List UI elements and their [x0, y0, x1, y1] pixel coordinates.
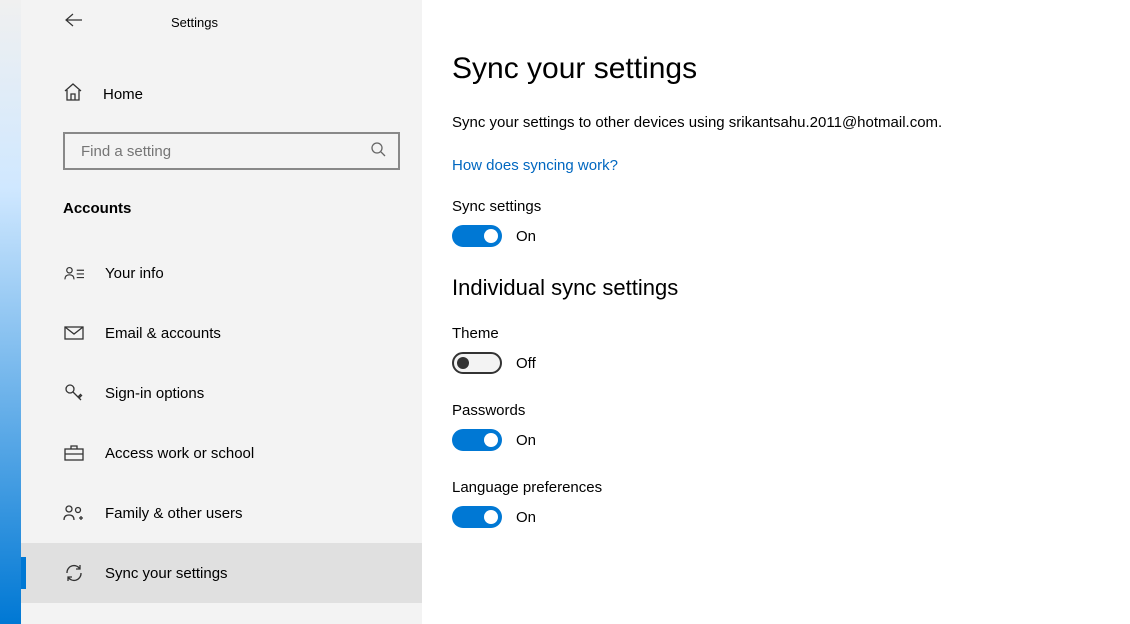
sidebar-item-workschool[interactable]: Access work or school — [21, 423, 422, 483]
passwords-toggle[interactable] — [452, 429, 502, 451]
toggle-state: On — [516, 432, 536, 449]
sync-icon — [63, 563, 85, 583]
search-icon — [370, 141, 386, 162]
sidebar-item-family[interactable]: Family & other users — [21, 483, 422, 543]
home-icon — [63, 82, 83, 107]
sidebar-item-your-info[interactable]: Your info — [21, 243, 422, 303]
individual-sync-title: Individual sync settings — [452, 275, 1090, 301]
search-wrap — [63, 132, 400, 170]
sidebar: Settings Home Accounts Your info Email &… — [21, 0, 422, 624]
search-box[interactable] — [63, 132, 400, 170]
how-syncing-works-link[interactable]: How does syncing work? — [452, 157, 618, 174]
passwords-label: Passwords — [452, 402, 1090, 419]
sidebar-item-sync[interactable]: Sync your settings — [21, 543, 422, 603]
sync-settings-toggle[interactable] — [452, 225, 502, 247]
back-icon[interactable] — [65, 13, 83, 32]
app-title: Settings — [171, 15, 218, 30]
home-label: Home — [103, 86, 143, 103]
page-title: Sync your settings — [452, 52, 1090, 86]
sidebar-item-label: Sign-in options — [105, 385, 204, 402]
theme-toggle[interactable] — [452, 352, 502, 374]
sidebar-header: Settings — [21, 4, 422, 40]
sidebar-item-label: Your info — [105, 265, 164, 282]
briefcase-icon — [63, 445, 85, 461]
people-icon — [63, 505, 85, 521]
search-input[interactable] — [81, 143, 370, 160]
page-description: Sync your settings to other devices usin… — [452, 114, 1090, 131]
mail-icon — [63, 326, 85, 340]
lang-label: Language preferences — [452, 479, 1090, 496]
lang-toggle-row: On — [452, 506, 1090, 528]
theme-label: Theme — [452, 325, 1090, 342]
window-accent-bar — [0, 0, 21, 624]
sidebar-item-email[interactable]: Email & accounts — [21, 303, 422, 363]
sidebar-item-label: Access work or school — [105, 445, 254, 462]
toggle-state: Off — [516, 355, 536, 372]
toggle-state: On — [516, 228, 536, 245]
sidebar-item-signin[interactable]: Sign-in options — [21, 363, 422, 423]
key-icon — [63, 383, 85, 403]
home-nav[interactable]: Home — [21, 72, 422, 116]
sidebar-item-label: Email & accounts — [105, 325, 221, 342]
sync-settings-label: Sync settings — [452, 198, 1090, 215]
section-label: Accounts — [21, 170, 422, 217]
sidebar-item-label: Family & other users — [105, 505, 243, 522]
lang-toggle[interactable] — [452, 506, 502, 528]
sidebar-item-label: Sync your settings — [105, 565, 228, 582]
nav-list: Your info Email & accounts Sign-in optio… — [21, 243, 422, 603]
person-icon — [63, 265, 85, 281]
main-content: Sync your settings Sync your settings to… — [422, 0, 1130, 624]
toggle-state: On — [516, 509, 536, 526]
passwords-toggle-row: On — [452, 429, 1090, 451]
sync-settings-toggle-row: On — [452, 225, 1090, 247]
theme-toggle-row: Off — [452, 352, 1090, 374]
